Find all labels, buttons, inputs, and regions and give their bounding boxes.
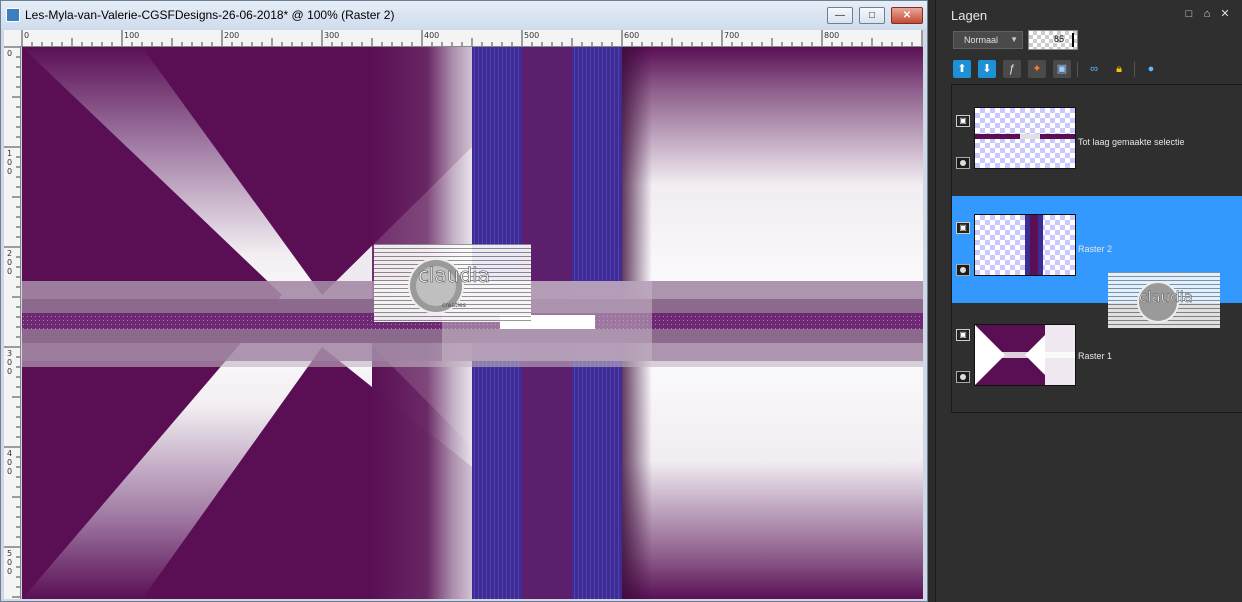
ruler-label: 2 0 0	[7, 249, 13, 276]
ruler-label: 100	[124, 31, 140, 40]
close-button[interactable]: ✕	[891, 7, 923, 24]
minimize-icon: —	[835, 10, 845, 21]
image-canvas[interactable]: claudia creaties	[22, 47, 923, 599]
layer-name: Raster 1	[1078, 351, 1113, 361]
opacity-marker	[1072, 33, 1074, 47]
raster-layer-icon[interactable]: ▣	[956, 222, 970, 234]
layer-name: Raster 2	[1078, 244, 1113, 254]
opacity-value: 85	[1053, 34, 1064, 44]
ruler-label: 800	[824, 31, 840, 40]
artwork: claudia creaties	[22, 47, 923, 599]
visibility-eye-icon[interactable]	[956, 157, 970, 169]
ruler-label: 4 0 0	[7, 449, 13, 476]
thumbnail-art	[975, 134, 1075, 139]
panel-pin-icon[interactable]: ⌂	[1201, 8, 1213, 20]
ruler-label: 0	[7, 49, 13, 58]
opacity-field[interactable]: 85	[1028, 30, 1078, 50]
watermark-text: claudia	[1139, 288, 1193, 306]
raster-layer-icon[interactable]: ▣	[956, 115, 970, 127]
raster-layer-icon[interactable]: ▣	[956, 329, 970, 341]
toolbar-separator	[1077, 62, 1078, 77]
new-vector-layer-icon[interactable]: ⬇	[978, 60, 996, 78]
layer-thumbnail	[974, 214, 1076, 276]
close-icon: ✕	[902, 10, 912, 21]
ruler-label: 700	[724, 31, 740, 40]
thumbnail-art	[1025, 215, 1043, 275]
layer-thumbnail	[974, 107, 1076, 169]
claudia-watermark: claudia creaties	[374, 244, 531, 322]
image-titlebar[interactable]: Les-Myla-van-Valerie-CGSFDesigns-26-06-2…	[1, 1, 927, 29]
maximize-icon: □	[868, 10, 876, 21]
mask-icon[interactable]: ▣	[1053, 60, 1071, 78]
panel-close-icon[interactable]: ✕	[1219, 8, 1231, 20]
ruler-label: 400	[424, 31, 440, 40]
layer-row[interactable]: ▣ Tot laag gemaakte selectie	[952, 89, 1242, 196]
claudia-watermark-panel: claudia	[1108, 272, 1220, 328]
panel-restore-icon[interactable]: □	[1183, 8, 1195, 20]
ruler-label: 3 0 0	[7, 349, 13, 376]
visibility-eye-icon[interactable]	[956, 371, 970, 383]
blend-mode-value: Normaal	[964, 35, 999, 45]
dropdown-arrow-icon: ▼	[1010, 35, 1018, 44]
ruler-corner	[4, 30, 21, 46]
watermark-subtext: creaties	[442, 302, 466, 309]
ruler-label: 500	[524, 31, 540, 40]
ruler-label: 600	[624, 31, 640, 40]
layers-list: ▣ Tot laag gemaakte selectie ▣ Raster 2	[951, 84, 1242, 413]
lock-icon[interactable]: 🔒︎	[1110, 60, 1128, 78]
watermark-text: claudia	[418, 263, 490, 287]
watermark-art: claudia	[1108, 272, 1220, 328]
ruler-label: 5 0 0	[7, 549, 13, 576]
blend-mode-select[interactable]: Normaal ▼	[953, 31, 1023, 49]
horizontal-ruler[interactable]: 0 100 200 300 400 500 600 700 800	[21, 30, 923, 47]
minimize-button[interactable]: —	[827, 7, 853, 24]
panel-title: Lagen	[951, 8, 988, 23]
delete-icon[interactable]: ●	[1142, 60, 1160, 78]
ruler-label: 1 0 0	[7, 149, 13, 176]
new-adjustment-layer-icon[interactable]: ƒ	[1003, 60, 1021, 78]
vertical-ruler[interactable]: 0 1 0 0 2 0 0 3 0 0 4 0 0 5 0 0	[4, 46, 21, 599]
ruler-label: 0	[24, 31, 30, 40]
window-title: Les-Myla-van-Valerie-CGSFDesigns-26-06-2…	[25, 8, 395, 22]
ruler-ticks	[21, 30, 923, 46]
ruler-label: 300	[324, 31, 340, 40]
effects-icon[interactable]: ✦	[1028, 60, 1046, 78]
link-icon[interactable]: ∞	[1085, 60, 1103, 78]
layer-thumbnail	[974, 324, 1076, 386]
layer-name: Tot laag gemaakte selectie	[1078, 137, 1185, 147]
ruler-label: 200	[224, 31, 240, 40]
visibility-eye-icon[interactable]	[956, 264, 970, 276]
document-icon	[6, 8, 20, 22]
toolbar-separator	[1134, 62, 1135, 77]
image-window: Les-Myla-van-Valerie-CGSFDesigns-26-06-2…	[0, 0, 928, 602]
thumbnail-art	[975, 325, 1075, 385]
new-raster-layer-icon[interactable]: ⬆	[953, 60, 971, 78]
ruler-ticks-vertical	[4, 46, 20, 598]
maximize-button[interactable]: □	[859, 7, 885, 24]
